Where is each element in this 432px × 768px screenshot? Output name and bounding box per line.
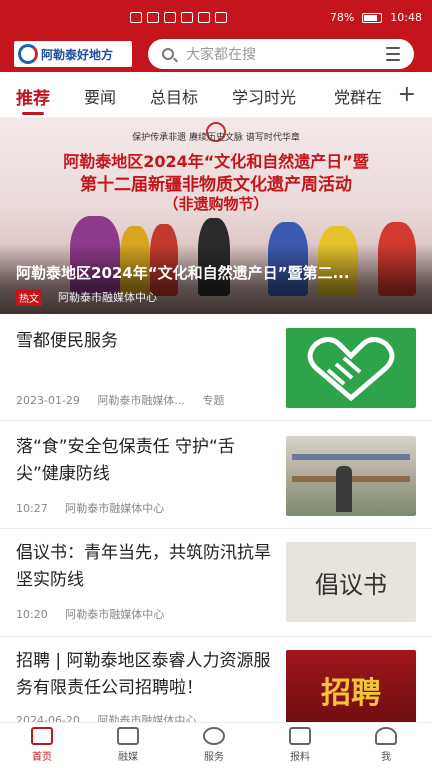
banner-motto: 保护传承非遗 赓续历史文脉 谱写时代华章 — [132, 133, 300, 143]
news-date: 2023-01-29 — [16, 394, 80, 407]
logo-text: 阿勒泰好地方 — [41, 47, 114, 62]
tabbar-label: 首页 — [32, 752, 52, 763]
news-date: 10:27 — [16, 502, 48, 515]
banner-source: 阿勒泰市融媒体中心 — [58, 291, 157, 304]
active-tab-indicator — [22, 112, 44, 115]
notification-icon — [215, 12, 227, 23]
tabbar-report[interactable]: 报料 — [270, 727, 330, 763]
notification-icons — [130, 12, 227, 23]
notification-icon — [147, 12, 159, 23]
banner-title-line2: 第十二届新疆非物质文化遗产周活动 — [80, 175, 352, 195]
tabbar-label: 融媒 — [118, 752, 138, 763]
tabbar-label: 我 — [381, 752, 391, 763]
tab-study[interactable]: 学习时光 — [232, 84, 296, 108]
banner-title-line3: （非遗购物节） — [163, 195, 269, 213]
tabbar-me[interactable]: 我 — [356, 727, 416, 763]
notification-icon — [130, 12, 142, 23]
tab-goal[interactable]: 总目标 — [150, 84, 198, 108]
battery-icon — [362, 12, 383, 23]
news-date: 10:20 — [16, 608, 48, 621]
news-title[interactable]: 落“食”安全包保责任 守护“舌尖”健康防线 — [16, 434, 274, 488]
handshake-heart-icon — [307, 337, 395, 402]
hot-tag: 热文 — [16, 289, 42, 306]
headline-banner[interactable]: 保护传承非遗 赓续历史文脉 谱写时代华章 阿勒泰地区2024年“文化和自然遗产日… — [0, 118, 432, 314]
tab-news[interactable]: 要闻 — [84, 84, 116, 108]
news-meta: 10:27 阿勒泰市融媒体中心 — [16, 500, 178, 516]
news-thumbnail[interactable]: 招聘 — [286, 650, 416, 730]
banner-caption[interactable]: 阿勒泰地区2024年“文化和自然遗产日”暨第二... — [16, 262, 416, 283]
news-meta: 10:20 阿勒泰市融媒体中心 — [16, 606, 178, 622]
divider — [0, 636, 432, 637]
notification-icon — [164, 12, 176, 23]
news-thumbnail[interactable] — [286, 328, 416, 408]
notification-icon — [198, 12, 210, 23]
logo-mark-icon — [18, 44, 38, 64]
clock: 10:48 — [390, 11, 422, 24]
battery-percent: 78% — [329, 11, 355, 24]
shopper-figure — [336, 466, 352, 512]
bottom-tab-bar: 首页 融媒 服务 报料 我 — [0, 722, 432, 768]
user-icon — [375, 727, 397, 745]
news-title[interactable]: 雪都便民服务 — [16, 328, 274, 355]
divider — [0, 420, 432, 421]
status-bar: 78% 10:48 — [0, 0, 432, 36]
thumb-text: 倡议书 — [315, 570, 387, 599]
tabbar-media[interactable]: 融媒 — [98, 727, 158, 763]
news-source: 阿勒泰市融媒体中心 — [65, 608, 165, 621]
tabbar-label: 服务 — [204, 752, 224, 763]
shelf — [292, 454, 410, 460]
search-icon — [162, 48, 174, 60]
add-channel-icon[interactable]: + — [391, 82, 416, 107]
home-icon — [31, 727, 53, 745]
notification-icon — [181, 12, 193, 23]
tabbar-home[interactable]: 首页 — [12, 727, 72, 763]
banner-title-line1: 阿勒泰地区2024年“文化和自然遗产日”暨 — [63, 152, 369, 171]
news-badge: 专题 — [202, 394, 225, 407]
app-logo[interactable]: 阿勒泰好地方 — [14, 41, 132, 67]
app-header: 阿勒泰好地方 大家都在搜 — [0, 36, 432, 72]
tabbar-service[interactable]: 服务 — [184, 727, 244, 763]
scan-menu-icon[interactable] — [386, 47, 400, 61]
news-thumbnail[interactable] — [286, 436, 416, 516]
news-meta: 2023-01-29 阿勒泰市融媒体... 专题 — [16, 392, 238, 408]
tab-recommend[interactable]: 推荐 — [16, 84, 50, 109]
search-input[interactable]: 大家都在搜 — [148, 39, 414, 69]
divider — [0, 528, 432, 529]
news-title[interactable]: 倡议书：青年当先，共筑防汛抗旱坚实防线 — [16, 540, 274, 594]
thumb-text: 招聘 — [321, 676, 381, 711]
media-icon — [117, 727, 139, 745]
news-source: 阿勒泰市融媒体中心 — [65, 502, 165, 515]
report-icon — [289, 727, 311, 745]
search-placeholder: 大家都在搜 — [186, 47, 256, 63]
tabbar-label: 报料 — [290, 752, 310, 763]
news-thumbnail[interactable]: 倡议书 — [286, 542, 416, 622]
channel-tabs: 推荐 要闻 总目标 学习时光 党群在 + — [0, 72, 432, 118]
tab-party[interactable]: 党群在 — [334, 84, 382, 108]
news-title[interactable]: 招聘 | 阿勒泰地区泰睿人力资源服务有限责任公司招聘啦！ — [16, 648, 274, 702]
news-source: 阿勒泰市融媒体... — [97, 394, 185, 407]
service-icon — [203, 727, 225, 745]
